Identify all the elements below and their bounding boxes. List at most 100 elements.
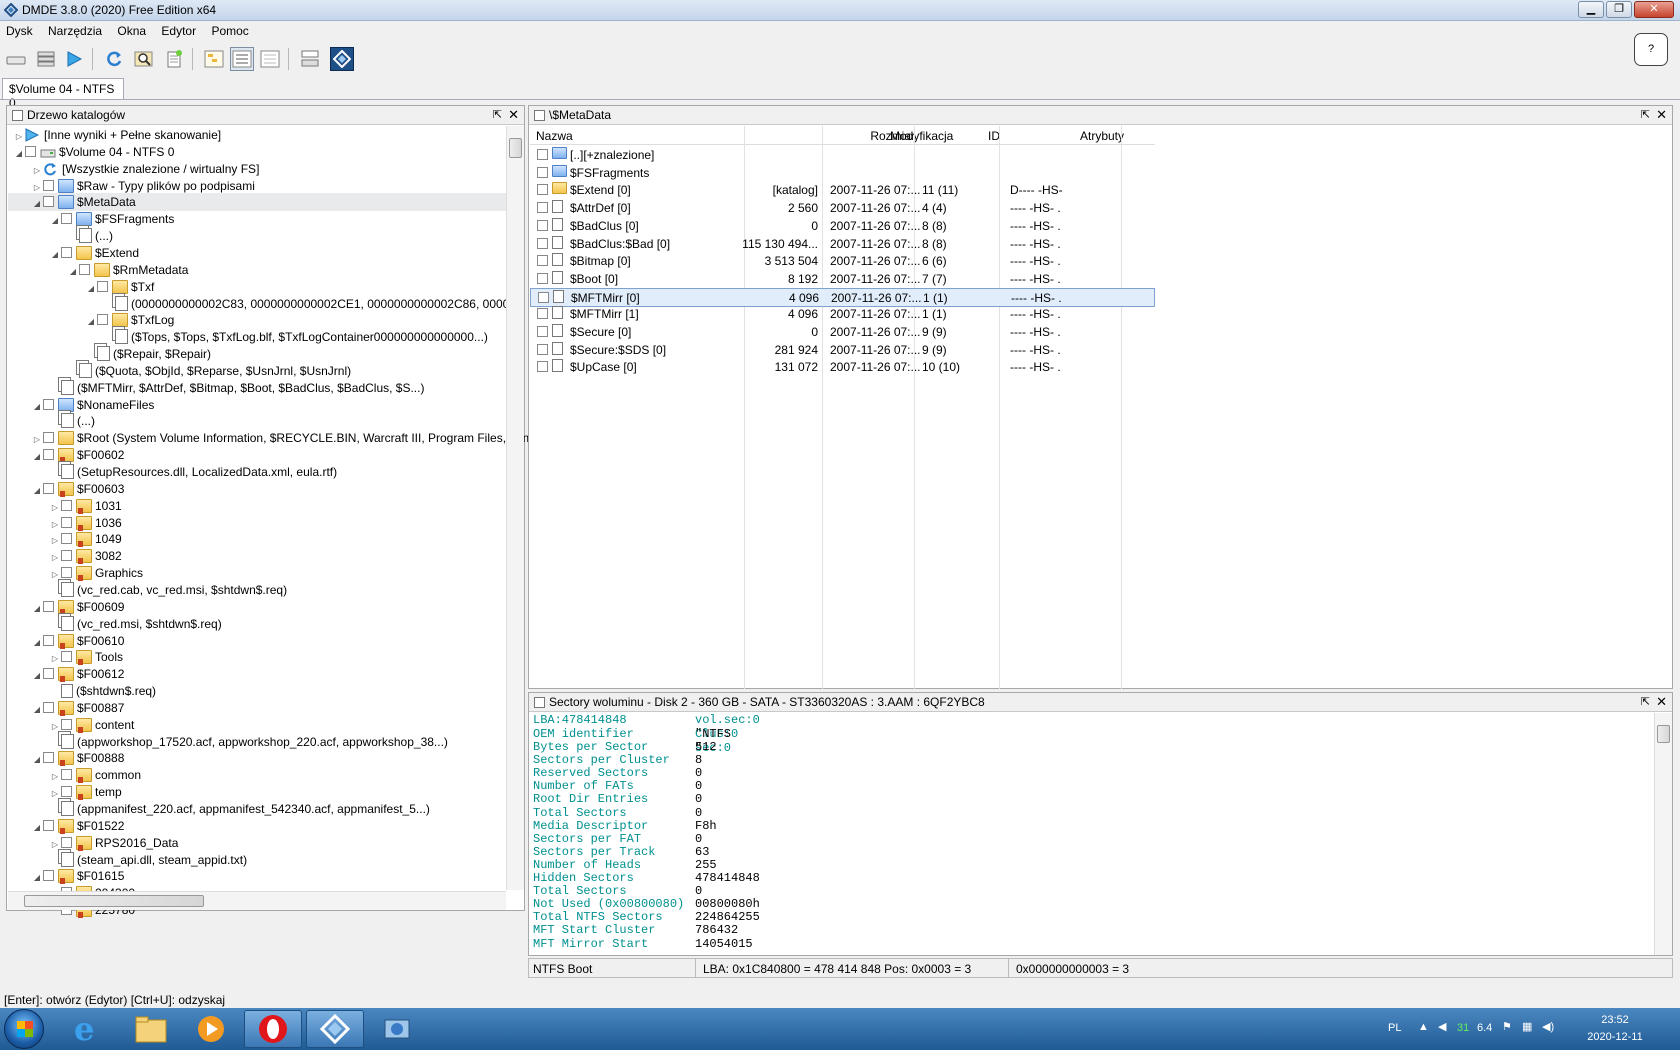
tree-node[interactable]: (0000000000002C83, 0000000000002CE1, 000… bbox=[8, 295, 523, 313]
tree-node[interactable]: ▷ 1049 bbox=[8, 530, 506, 548]
tree-checkbox[interactable] bbox=[97, 314, 108, 326]
tree-node[interactable]: ▷ temp bbox=[8, 783, 506, 801]
row-checkbox[interactable] bbox=[537, 343, 548, 355]
tree-node[interactable]: ◢ $F01522 bbox=[8, 817, 506, 835]
partitions-icon[interactable] bbox=[34, 47, 58, 71]
tree-node[interactable]: ▷ 3082 bbox=[8, 547, 506, 565]
tree-checkbox[interactable] bbox=[61, 769, 72, 781]
tree-node[interactable]: ◢ $F01615 bbox=[8, 867, 506, 885]
tree-node[interactable]: ◢ $MetaData bbox=[8, 193, 506, 212]
tree-node[interactable]: ▷ Graphics bbox=[8, 564, 506, 582]
action-center-icon[interactable]: ⚑ bbox=[1502, 1020, 1512, 1033]
start-button[interactable] bbox=[4, 1009, 44, 1049]
tree-checkbox[interactable] bbox=[43, 819, 54, 831]
list-row[interactable]: $UpCase [0] 131 072 2007-11-26 07:... 10 (1… bbox=[530, 358, 1155, 377]
tree-node[interactable]: ▷ 1036 bbox=[8, 514, 506, 532]
list-row[interactable]: $MFTMirr [1] 4 096 2007-11-26 07:... 1 (1) -… bbox=[530, 305, 1155, 324]
tree-node[interactable]: (appworkshop_17520.acf, appworkshop_220.… bbox=[8, 733, 506, 751]
explorer-icon[interactable] bbox=[122, 1010, 180, 1048]
row-checkbox[interactable] bbox=[537, 272, 548, 284]
clock-time[interactable]: 23:52 bbox=[1580, 1014, 1650, 1026]
details-view-icon[interactable] bbox=[258, 47, 282, 71]
list-row[interactable]: $Secure [0] 0 2007-11-26 07:... 9 (9) ---- -… bbox=[530, 323, 1155, 342]
tree-node[interactable]: (...) bbox=[8, 412, 506, 430]
tree-node[interactable]: ▷ RPS2016_Data bbox=[8, 834, 506, 852]
tree-node[interactable]: ◢ $F00603 bbox=[8, 480, 506, 498]
dmde-taskbar-icon[interactable] bbox=[306, 1010, 364, 1048]
tree-checkbox[interactable] bbox=[61, 499, 72, 511]
tree-node[interactable]: ▷ common bbox=[8, 766, 506, 784]
maximize-button[interactable]: ❐ bbox=[1606, 1, 1632, 18]
tree-checkbox[interactable] bbox=[61, 550, 72, 562]
tree-checkbox[interactable] bbox=[43, 179, 54, 191]
tree-node[interactable]: ($MFTMirr, $AttrDef, $Bitmap, $Boot, $Ba… bbox=[8, 379, 506, 397]
tree-node[interactable]: ▷ $Raw - Typy plików po podpisami bbox=[8, 177, 506, 195]
tree-node[interactable]: ◢ $F00609 bbox=[8, 598, 506, 616]
network-icon[interactable]: ▦ bbox=[1522, 1020, 1532, 1033]
tree-node[interactable]: ◢ $TxfLog bbox=[8, 311, 506, 329]
tree-node[interactable]: ($shtdwn$.req) bbox=[8, 682, 506, 700]
tree-node[interactable]: ◢ $Extend bbox=[8, 244, 506, 262]
list-row[interactable]: $Extend [0] [katalog] 2007-11-26 07:... 11 … bbox=[530, 181, 1155, 200]
row-checkbox[interactable] bbox=[537, 237, 548, 249]
sector-panel-checkbox[interactable] bbox=[534, 697, 545, 708]
tree-node[interactable]: ▷ Tools bbox=[8, 648, 506, 666]
scroll-thumb[interactable] bbox=[24, 895, 204, 907]
tree-checkbox[interactable] bbox=[43, 600, 54, 612]
menu-pomoc[interactable]: Pomoc bbox=[205, 21, 254, 38]
menu-dysk[interactable]: Dysk bbox=[0, 21, 39, 38]
language-indicator[interactable]: PL bbox=[1388, 1022, 1401, 1034]
tree-node[interactable]: ◢ $F00612 bbox=[8, 665, 506, 683]
tree-node[interactable]: ◢ $NonameFiles bbox=[8, 396, 506, 414]
ie-icon[interactable]: e bbox=[58, 1010, 116, 1048]
menu-narzedzia[interactable]: Narzędzia bbox=[42, 21, 108, 38]
tree-checkbox[interactable] bbox=[61, 213, 72, 225]
tree-checkbox[interactable] bbox=[43, 196, 54, 208]
tree-node[interactable]: ◢ $F00888 bbox=[8, 749, 506, 767]
tree-checkbox[interactable] bbox=[61, 718, 72, 730]
tree-checkbox[interactable] bbox=[79, 263, 90, 275]
close-icon[interactable]: ✕ bbox=[1656, 694, 1667, 710]
new-file-icon[interactable] bbox=[162, 47, 186, 71]
list-panel-checkbox[interactable] bbox=[534, 110, 545, 121]
close-button[interactable]: ✕ bbox=[1634, 1, 1674, 18]
close-icon[interactable]: ✕ bbox=[508, 107, 519, 123]
volume-icon[interactable]: ◀) bbox=[1542, 1020, 1554, 1033]
tree-checkbox[interactable] bbox=[61, 246, 72, 258]
row-checkbox[interactable] bbox=[537, 166, 548, 178]
undock-icon[interactable]: ⇱ bbox=[1641, 695, 1650, 708]
list-row[interactable]: $BadClus:$Bad [0] 115 130 494... 2007-11-2… bbox=[530, 235, 1155, 254]
tree-checkbox[interactable] bbox=[61, 516, 72, 528]
tree-checkbox[interactable] bbox=[61, 651, 72, 663]
tree-node[interactable]: ◢ $RmMetadata bbox=[8, 261, 506, 279]
opera-icon[interactable] bbox=[244, 1010, 302, 1048]
dmde-logo-icon[interactable] bbox=[330, 47, 354, 71]
tree-node[interactable]: ▷ content bbox=[8, 716, 506, 734]
tree-checkbox[interactable] bbox=[43, 668, 54, 680]
tree-checkbox[interactable] bbox=[43, 701, 54, 713]
list-row[interactable]: $Bitmap [0] 3 513 504 2007-11-26 07:... 6 (… bbox=[530, 252, 1155, 271]
tree-checkbox[interactable] bbox=[43, 432, 54, 444]
tree-checkbox[interactable] bbox=[43, 482, 54, 494]
row-checkbox[interactable] bbox=[537, 202, 548, 214]
row-checkbox[interactable] bbox=[537, 361, 548, 373]
tab-volume[interactable]: $Volume 04 - NTFS 0 bbox=[2, 78, 124, 110]
row-checkbox[interactable] bbox=[537, 255, 548, 267]
sector-vertical-scrollbar[interactable] bbox=[1654, 713, 1672, 955]
clock-date[interactable]: 2020-12-11 bbox=[1580, 1031, 1650, 1043]
tree-checkbox[interactable] bbox=[43, 752, 54, 764]
tree-node[interactable]: (...) bbox=[8, 227, 506, 245]
tree-node[interactable]: ◢ $F00602 bbox=[8, 446, 506, 464]
tree-panel-checkbox[interactable] bbox=[12, 110, 23, 121]
close-icon[interactable]: ✕ bbox=[1656, 107, 1667, 123]
row-checkbox[interactable] bbox=[538, 291, 549, 303]
list-row[interactable]: $AttrDef [0] 2 560 2007-11-26 07:... 4 (4) -… bbox=[530, 199, 1155, 218]
scroll-thumb[interactable] bbox=[1657, 725, 1670, 743]
tree-node[interactable]: ◢ $F00887 bbox=[8, 699, 506, 717]
list-row[interactable]: $Secure:$SDS [0] 281 924 2007-11-26 07:...… bbox=[530, 341, 1155, 360]
tree-node[interactable]: ◢ $FSFragments bbox=[8, 210, 506, 228]
undock-icon[interactable]: ⇱ bbox=[493, 108, 502, 121]
column-modified[interactable]: Modyfikacja bbox=[890, 129, 953, 143]
list-row[interactable]: $Boot [0] 8 192 2007-11-26 07:... 7 (7) ----… bbox=[530, 270, 1155, 289]
tree-node[interactable]: ($Quota, $ObjId, $Reparse, $UsnJrnl, $Us… bbox=[8, 362, 506, 380]
